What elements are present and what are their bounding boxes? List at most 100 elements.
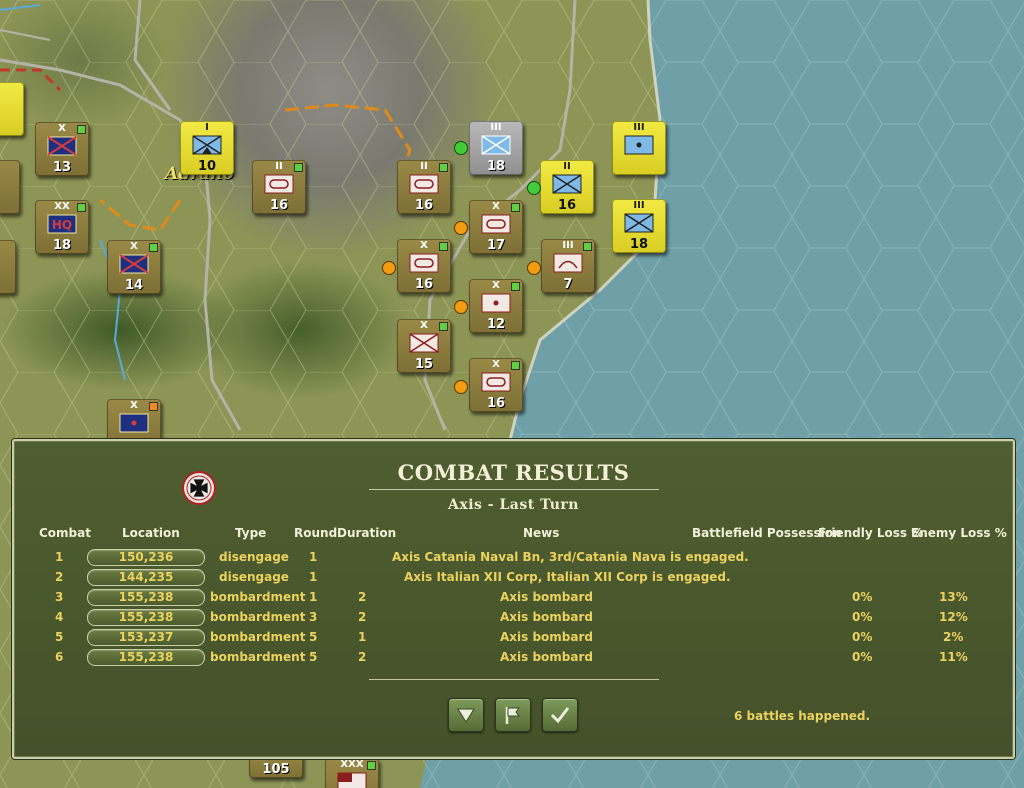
- armor-icon: [481, 372, 511, 392]
- status-text: 6 battles happened.: [734, 709, 871, 723]
- armor-icon: [409, 174, 439, 194]
- column-header-friendly-loss: Friendly Loss %: [818, 526, 924, 540]
- cell-news: Axis bombard: [500, 630, 593, 644]
- cell-friendly-loss: 0%: [852, 630, 873, 644]
- unit-size: III: [490, 122, 502, 133]
- unit-counter[interactable]: X 15: [397, 319, 451, 373]
- column-header-duration: Duration: [337, 526, 397, 540]
- column-header-type: Type: [235, 526, 267, 540]
- cell-enemy-loss: 2%: [943, 630, 964, 644]
- cell-round: 5: [309, 650, 318, 664]
- supply-indicator: [149, 243, 158, 252]
- unit-counter[interactable]: X 13: [35, 122, 89, 176]
- unit-counter[interactable]: III 7: [541, 239, 595, 293]
- unit-strength: 16: [557, 198, 577, 213]
- cell-enemy-loss: 12%: [939, 610, 968, 624]
- infantry-icon: [481, 135, 511, 155]
- status-marker: [382, 261, 396, 275]
- artillery-icon: [119, 413, 149, 433]
- unit-strength: 15: [414, 357, 434, 372]
- unit-counter[interactable]: [0, 160, 20, 214]
- unit-size: I: [205, 122, 209, 133]
- table-row[interactable]: 5 153,237 bombardment 5 1 Axis bombard 0…: [14, 628, 1009, 648]
- unit-strength: 17: [486, 238, 506, 253]
- cell-round: 1: [309, 570, 318, 584]
- infantry-icon: [47, 136, 77, 156]
- cell-enemy-loss: 13%: [939, 590, 968, 604]
- artillery-icon: [624, 135, 654, 155]
- unit-strength: 105: [262, 762, 290, 777]
- unit-size: III: [633, 122, 645, 133]
- unit-counter[interactable]: [0, 82, 24, 136]
- scroll-down-button[interactable]: [448, 698, 484, 732]
- unit-counter[interactable]: [0, 240, 16, 294]
- location-button[interactable]: 155,238: [87, 589, 205, 606]
- unit-counter[interactable]: II 16: [397, 160, 451, 214]
- cell-round: 1: [309, 590, 318, 604]
- hq-icon: HQ: [47, 214, 77, 234]
- location-button[interactable]: 150,236: [87, 549, 205, 566]
- unit-counter[interactable]: X 16: [397, 239, 451, 293]
- cell-type: bombardment: [210, 590, 306, 604]
- unit-size: III: [633, 200, 645, 211]
- cell-duration: 1: [358, 630, 367, 644]
- unit-counter[interactable]: X 12: [469, 279, 523, 333]
- unit-strength: 7: [563, 277, 573, 292]
- column-header-news: News: [523, 526, 560, 540]
- cell-combat: 6: [55, 650, 64, 664]
- supply-indicator: [439, 322, 448, 331]
- supply-indicator: [511, 361, 520, 370]
- cell-type: disengage: [219, 570, 289, 584]
- cell-duration: 2: [358, 590, 367, 604]
- panel-subtitle: Axis - Last Turn: [448, 497, 579, 513]
- unit-strength: 16: [414, 198, 434, 213]
- cell-round: 1: [309, 550, 318, 564]
- status-marker: [454, 300, 468, 314]
- unit-counter[interactable]: II 16: [252, 160, 306, 214]
- status-marker: [527, 261, 541, 275]
- table-row[interactable]: 6 155,238 bombardment 5 2 Axis bombard 0…: [14, 648, 1009, 668]
- unit-counter[interactable]: II 16: [540, 160, 594, 214]
- title-divider: [369, 489, 659, 490]
- table-row[interactable]: 2 144,235 disengage 1 Axis Italian XII C…: [14, 568, 1009, 588]
- supply-indicator: [511, 203, 520, 212]
- cell-combat: 2: [55, 570, 64, 584]
- table-row[interactable]: 1 150,236 disengage 1 Axis Catania Naval…: [14, 548, 1009, 568]
- unit-counter[interactable]: III 18: [469, 121, 523, 175]
- supply-indicator: [367, 761, 376, 770]
- cell-news: Axis Italian XII Corp, Italian XII Corp …: [404, 570, 731, 584]
- cell-news: Axis bombard: [500, 610, 593, 624]
- unit-counter[interactable]: XX HQ 18: [35, 200, 89, 254]
- unit-counter[interactable]: X 14: [107, 240, 161, 294]
- location-button[interactable]: 155,238: [87, 649, 205, 666]
- svg-text:HQ: HQ: [52, 218, 72, 232]
- unit-strength: 16: [414, 277, 434, 292]
- location-button[interactable]: 144,235: [87, 569, 205, 586]
- supply-indicator: [511, 282, 520, 291]
- unit-counter[interactable]: III 18: [612, 199, 666, 253]
- column-header-location: Location: [122, 526, 180, 540]
- location-button[interactable]: 155,238: [87, 609, 205, 626]
- engineer-icon: [553, 253, 583, 273]
- triangle-down-icon: [457, 708, 475, 723]
- cell-type: bombardment: [210, 630, 306, 644]
- table-row[interactable]: 3 155,238 bombardment 1 2 Axis bombard 0…: [14, 588, 1009, 608]
- unit-counter[interactable]: X 16: [469, 358, 523, 412]
- location-button[interactable]: 153,237: [87, 629, 205, 646]
- cell-combat: 1: [55, 550, 64, 564]
- unit-counter[interactable]: X 17: [469, 200, 523, 254]
- combat-results-panel: COMBAT RESULTS Axis - Last Turn Combat L…: [12, 439, 1015, 759]
- checkmark-icon: [550, 707, 570, 724]
- unit-strength: 18: [52, 238, 72, 253]
- armor-icon: [409, 253, 439, 273]
- table-row[interactable]: 4 155,238 bombardment 3 2 Axis bombard 0…: [14, 608, 1009, 628]
- confirm-button[interactable]: [542, 698, 578, 732]
- unit-counter[interactable]: I 10: [180, 121, 234, 175]
- unit-strength: 10: [197, 159, 217, 174]
- cell-type: bombardment: [210, 610, 306, 624]
- unit-counter[interactable]: XXX: [325, 758, 379, 788]
- unit-counter[interactable]: III: [612, 121, 666, 175]
- goto-battle-button[interactable]: [495, 698, 531, 732]
- cell-duration: 2: [358, 650, 367, 664]
- column-header-round: Round: [294, 526, 338, 540]
